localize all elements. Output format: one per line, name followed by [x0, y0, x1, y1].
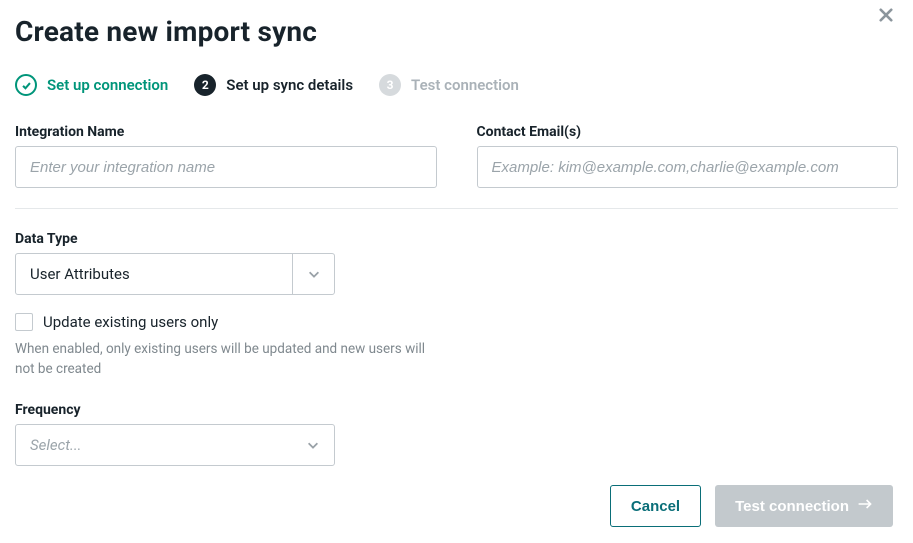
integration-name-group: Integration Name	[15, 124, 437, 188]
step-number: 3	[379, 74, 401, 96]
chevron-down-icon	[292, 254, 334, 294]
step-label: Test connection	[411, 76, 519, 94]
modal-title: Create new import sync	[15, 15, 898, 48]
step-sync-details[interactable]: 2 Set up sync details	[194, 74, 353, 96]
check-icon	[15, 74, 37, 96]
contact-emails-label: Contact Email(s)	[477, 124, 899, 140]
data-type-value: User Attributes	[16, 254, 292, 294]
data-type-label: Data Type	[15, 231, 898, 247]
update-existing-checkbox[interactable]	[15, 313, 33, 331]
step-number: 2	[194, 74, 216, 96]
chevron-down-icon	[292, 425, 334, 465]
frequency-value: Select...	[16, 425, 292, 465]
contact-emails-input[interactable]	[477, 146, 899, 188]
arrow-right-icon	[857, 497, 873, 515]
update-existing-label: Update existing users only	[43, 313, 218, 331]
step-connection[interactable]: Set up connection	[15, 74, 168, 96]
test-connection-label: Test connection	[735, 498, 849, 515]
divider	[15, 208, 898, 209]
update-existing-row: Update existing users only	[15, 313, 898, 331]
step-label: Set up connection	[47, 76, 168, 94]
frequency-group: Frequency Select...	[15, 402, 898, 466]
update-existing-help: When enabled, only existing users will b…	[15, 339, 445, 380]
data-type-group: Data Type User Attributes	[15, 231, 898, 295]
close-icon[interactable]	[877, 6, 895, 24]
integration-name-label: Integration Name	[15, 124, 437, 140]
step-test-connection[interactable]: 3 Test connection	[379, 74, 519, 96]
test-connection-button[interactable]: Test connection	[715, 485, 893, 527]
data-type-select[interactable]: User Attributes	[15, 253, 335, 295]
integration-name-input[interactable]	[15, 146, 437, 188]
step-label: Set up sync details	[226, 76, 353, 94]
actions: Cancel Test connection	[610, 485, 893, 527]
stepper: Set up connection 2 Set up sync details …	[15, 74, 898, 96]
cancel-button[interactable]: Cancel	[610, 485, 701, 527]
frequency-label: Frequency	[15, 402, 898, 418]
contact-emails-group: Contact Email(s)	[477, 124, 899, 188]
frequency-select[interactable]: Select...	[15, 424, 335, 466]
